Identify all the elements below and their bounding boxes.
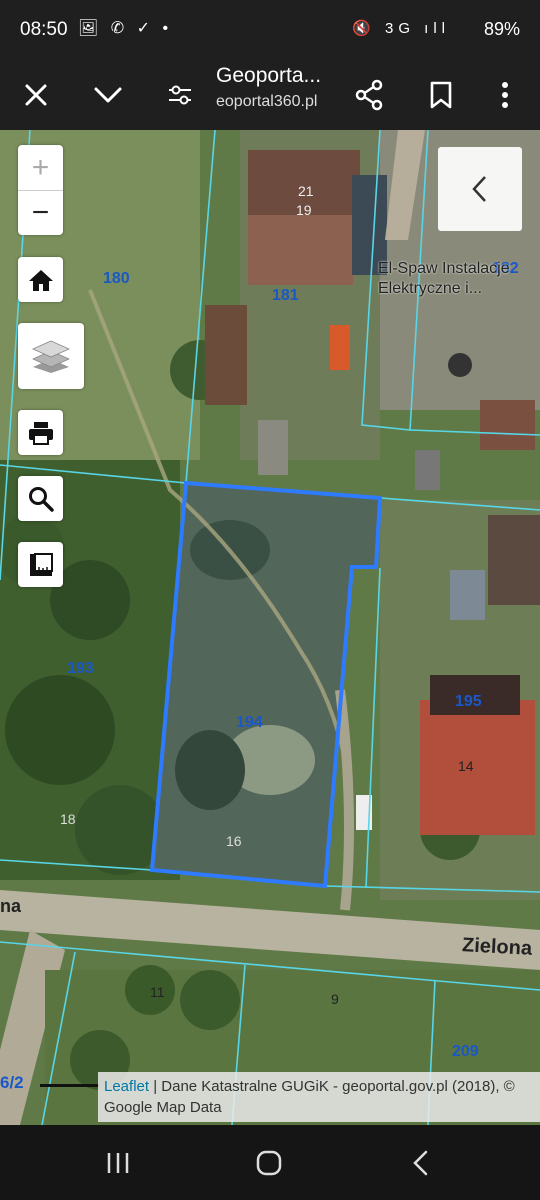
chevron-left-icon [472,176,486,202]
recent-apps-icon[interactable] [98,1143,138,1183]
tune-icon[interactable] [157,72,203,118]
parcel-label[interactable]: 193 [67,660,94,678]
battery-level: 89% [483,19,520,39]
house-number: 19 [296,202,312,218]
map-attribution: Leaflet | Dane Katastralne GUGiK - geopo… [98,1072,540,1122]
measure-button[interactable] [18,542,63,587]
parcel-label[interactable]: 180 [103,270,130,288]
house-number: 21 [298,183,314,199]
more-vert-icon[interactable] [482,72,528,118]
layers-icon [32,340,70,373]
page-title: Geoporta... [216,64,322,87]
search-icon [28,486,54,512]
panel-toggle-button[interactable] [438,147,522,231]
search-button[interactable] [18,476,63,521]
print-icon [28,421,53,445]
page-url[interactable]: eoportal360.pl [216,93,317,111]
back-icon[interactable] [401,1143,441,1183]
measure-icon [29,552,53,576]
zoom-out-button[interactable]: − [18,191,63,235]
leaflet-link[interactable]: Leaflet [104,1078,149,1095]
status-bar: 08:50 🖼 ✆ ✓ • 🔇 3G ıll 89% [0,0,540,62]
parcel-label[interactable]: 194 [236,714,263,732]
signal-icons: 🔇 3G ıll [352,20,450,37]
home-circle-icon[interactable] [249,1143,289,1183]
bookmark-icon[interactable] [418,72,464,118]
parcel-label[interactable]: 181 [272,287,299,305]
house-number: 18 [60,811,76,827]
chevron-down-icon[interactable] [85,72,131,118]
poi-label[interactable]: El-Spaw Instalacje Elektryczne i... [378,259,510,299]
attribution-text: | Dane Katastralne GUGiK - geoportal.gov… [104,1078,515,1116]
street-name-fragment: na [0,896,22,916]
home-icon [28,269,53,291]
notification-icons: 🖼 ✆ ✓ • [78,20,173,37]
home-button[interactable] [18,257,63,302]
street-name: Zielona [461,934,533,960]
house-number: 16 [226,833,242,849]
system-navbar [0,1125,540,1200]
layers-button[interactable] [18,323,84,389]
print-button[interactable] [18,410,63,455]
parcel-label[interactable]: 195 [455,693,482,711]
house-number: 11 [150,984,165,1000]
parcel-label[interactable]: 209 [452,1043,479,1061]
zoom-in-button[interactable]: + [18,146,63,191]
house-number: 9 [331,991,339,1007]
status-time: 08:50 [20,19,68,40]
close-icon[interactable] [13,72,59,118]
map-view[interactable]: 180 181 182 193 194 195 209 21 19 14 18 … [0,130,540,1125]
scale-bar [40,1084,100,1087]
share-icon[interactable] [346,72,392,118]
parcel-label-edge: 6/2 [0,1073,24,1092]
house-number: 14 [458,758,474,774]
zoom-control: + − [18,145,63,235]
